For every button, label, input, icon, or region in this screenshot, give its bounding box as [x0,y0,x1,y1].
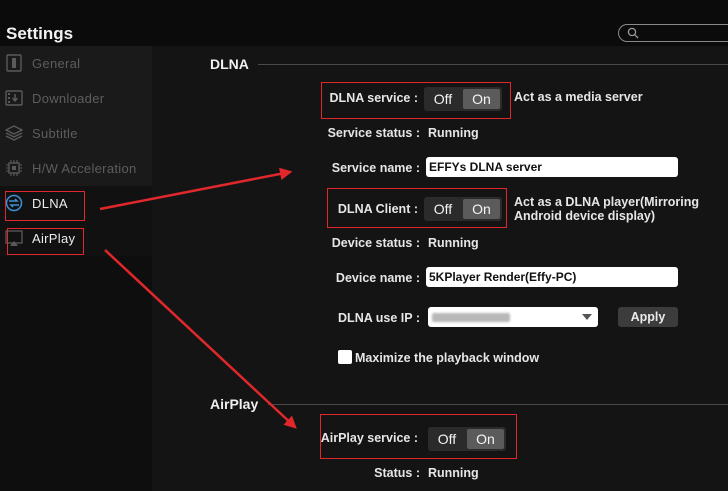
arrow-to-airplay-service [104,249,297,429]
arrow-to-service-name [99,167,293,211]
annotation-arrows [99,167,297,429]
